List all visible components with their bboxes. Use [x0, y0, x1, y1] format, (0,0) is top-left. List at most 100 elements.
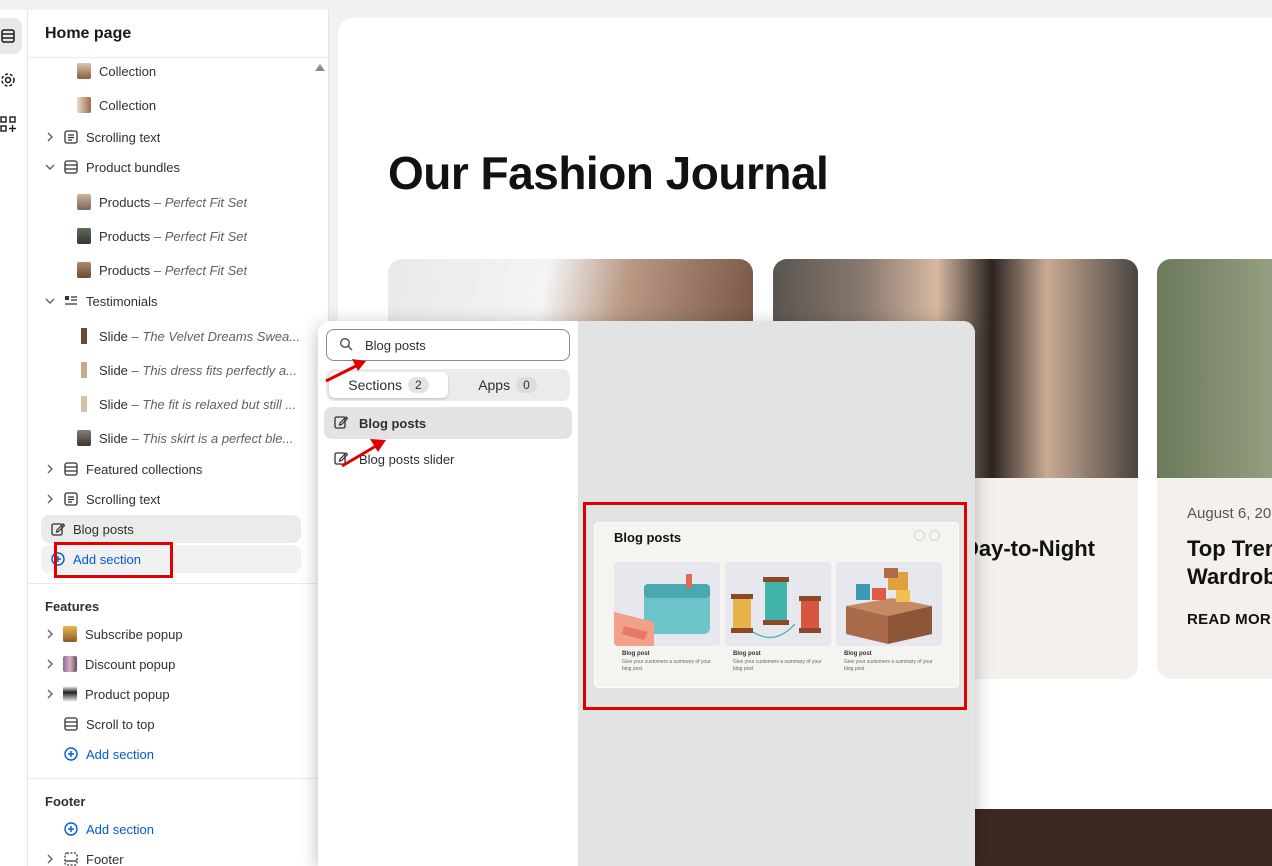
sidebar-item-testimonials[interactable]: Testimonials [40, 287, 302, 315]
sidebar-item-product-popup[interactable]: Product popup [40, 680, 302, 708]
preview-item-text: Give your customers a summary of your bl… [733, 659, 822, 672]
apps-icon[interactable] [0, 106, 22, 142]
section-icon [63, 159, 79, 175]
sidebar-item-scroll-to-top[interactable]: Scroll to top [40, 710, 302, 738]
journal-heading: Our Fashion Journal [388, 147, 829, 199]
result-label: Blog posts slider [359, 451, 455, 467]
search-icon [327, 337, 365, 354]
sidebar-item-scrolling-text-2[interactable]: Scrolling text [40, 485, 302, 513]
add-footer-section-button[interactable]: Add section [40, 815, 302, 843]
blog-edit-icon [324, 414, 359, 433]
blog-edit-icon [50, 521, 66, 537]
plus-circle-icon [50, 551, 66, 567]
blog-card-title: Day-to-Night [963, 536, 1095, 561]
sidebar-item-collection-1[interactable]: Collection [40, 57, 302, 85]
text-block-icon [63, 491, 79, 507]
item-sublabel: – The fit is relaxed but still ... [127, 396, 297, 412]
product-thumbnail [77, 262, 91, 278]
blog-card-title: Top Tren Wardrob [1187, 536, 1272, 589]
chevron-right-icon[interactable] [43, 657, 57, 671]
slide-thumbnail [77, 396, 91, 412]
sidebar-item-slide-4[interactable]: Slide – This skirt is a perfect ble... [40, 424, 302, 452]
item-label: Slide [99, 430, 128, 446]
chevron-right-icon[interactable] [43, 462, 57, 476]
sidebar-item-products-1[interactable]: Products – Perfect Fit Set [40, 188, 302, 216]
chevron-down-icon[interactable] [43, 160, 57, 174]
collection-thumbnail [77, 63, 91, 79]
preview-item-text: Give your customers a summary of your bl… [844, 659, 933, 672]
sidebar-item-slide-1[interactable]: Slide – The Velvet Dreams Swea... [40, 322, 302, 350]
chevron-right-icon[interactable] [43, 852, 57, 866]
divider [28, 778, 328, 779]
blog-card-read-more[interactable]: READ MOR [1187, 611, 1271, 628]
sewing-machine-illustration [614, 562, 720, 646]
result-blog-posts-slider[interactable]: Blog posts slider [324, 443, 572, 475]
sections-icon[interactable] [0, 18, 22, 54]
scroll-up-arrow-icon[interactable] [315, 64, 325, 71]
sidebar-item-discount-popup[interactable]: Discount popup [40, 650, 302, 678]
add-section-popover: Blog posts Sections 2 Apps 0 Blog posts … [318, 321, 975, 866]
section-icon [63, 461, 79, 477]
tab-switcher: Sections 2 Apps 0 [326, 369, 570, 401]
tab-label: Sections [348, 377, 402, 393]
plus-circle-icon [63, 821, 79, 837]
result-blog-posts[interactable]: Blog posts [324, 407, 572, 439]
chevron-right-icon[interactable] [43, 627, 57, 641]
chevron-down-icon[interactable] [43, 294, 57, 308]
sidebar-item-products-2[interactable]: Products – Perfect Fit Set [40, 222, 302, 250]
tab-sections[interactable]: Sections 2 [329, 372, 448, 398]
slide-thumbnail [77, 430, 91, 446]
sidebar-item-footer[interactable]: Footer [40, 845, 302, 866]
sidebar-item-featured-collections[interactable]: Featured collections [40, 455, 302, 483]
sidebar-item-product-bundles[interactable]: Product bundles [40, 153, 302, 181]
preview-item-caption: Blog post [844, 651, 872, 657]
item-sublabel: – The Velvet Dreams Swea... [127, 328, 301, 344]
footer-title: Footer [45, 794, 86, 809]
blog-card-3[interactable]: August 6, 20 Top Tren Wardrob READ MOR [1157, 259, 1272, 679]
product-thumbnail [77, 228, 91, 244]
popup-thumbnail [63, 626, 77, 642]
sidebar-item-scrolling-text[interactable]: Scrolling text [40, 123, 302, 151]
section-icon [63, 716, 79, 732]
sidebar-item-subscribe-popup[interactable]: Subscribe popup [40, 620, 302, 648]
item-label: Products [99, 262, 151, 278]
count-badge: 0 [516, 377, 537, 393]
plus-circle-icon [63, 746, 79, 762]
preview-blog-item: Blog post Give your customers a summary … [836, 562, 942, 673]
item-sublabel: – Perfect Fit Set [150, 262, 248, 278]
sidebar-item-products-3[interactable]: Products – Perfect Fit Set [40, 256, 302, 284]
item-sublabel: – Perfect Fit Set [150, 228, 248, 244]
item-sublabel: – This skirt is a perfect ble... [127, 430, 294, 446]
icon-rail [0, 10, 28, 866]
popover-list: Blog posts Sections 2 Apps 0 Blog posts … [318, 321, 578, 866]
section-preview-pane: Blog posts Blog post Give your customers… [578, 321, 975, 866]
features-title: Features [45, 599, 100, 614]
count-badge: 2 [408, 377, 429, 393]
next-arrow-icon [929, 530, 940, 541]
chevron-right-icon[interactable] [43, 492, 57, 506]
sidebar-item-blog-posts[interactable]: Blog posts [41, 515, 301, 543]
sidebar-item-slide-2[interactable]: Slide – This dress fits perfectly a... [40, 356, 302, 384]
item-label: Slide [99, 396, 128, 412]
search-input[interactable]: Blog posts [326, 329, 570, 361]
sidebar-item-collection-2[interactable]: Collection [40, 91, 302, 119]
preview-item-caption: Blog post [622, 651, 650, 657]
add-feature-button[interactable]: Add section [40, 740, 302, 768]
sidebar-item-slide-3[interactable]: Slide – The fit is relaxed but still ... [40, 390, 302, 418]
product-thumbnail [77, 194, 91, 210]
thread-spools-illustration [725, 562, 831, 646]
tab-apps[interactable]: Apps 0 [448, 372, 567, 398]
result-label: Blog posts [359, 415, 427, 431]
blog-card-image [1157, 259, 1272, 478]
divider [28, 583, 328, 584]
popup-thumbnail [63, 656, 77, 672]
chevron-right-icon[interactable] [43, 130, 57, 144]
carousel-arrows [914, 530, 940, 541]
settings-icon[interactable] [0, 62, 22, 98]
slide-thumbnail [77, 328, 91, 344]
item-label: Products [99, 228, 151, 244]
chevron-right-icon[interactable] [43, 687, 57, 701]
add-section-button[interactable]: Add section [41, 545, 301, 573]
section-sidebar: Home page Collection Collection Scrollin… [28, 10, 329, 866]
item-sublabel: – This dress fits perfectly a... [127, 362, 297, 378]
